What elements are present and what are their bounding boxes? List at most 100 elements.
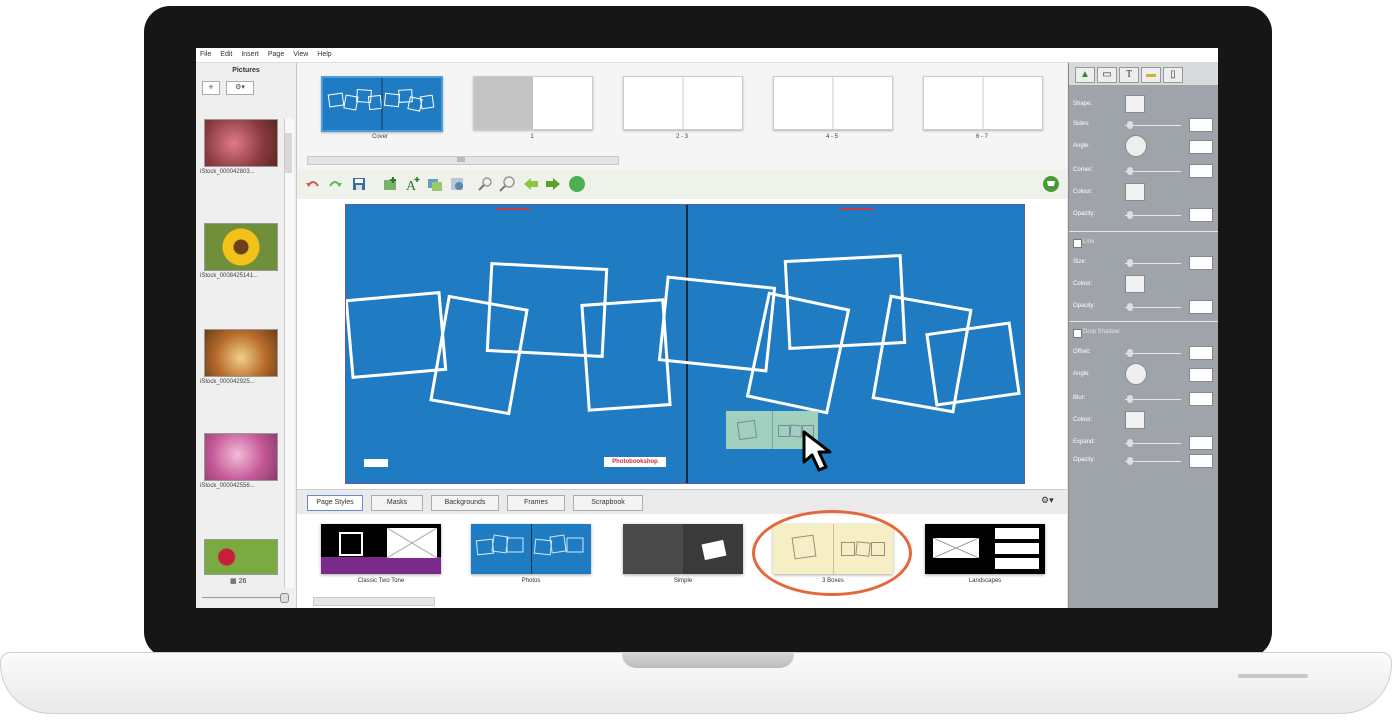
blur-knob[interactable] <box>1127 395 1133 403</box>
style-landscapes[interactable] <box>925 524 1045 574</box>
help-icon[interactable] <box>569 176 585 192</box>
cover-spread[interactable]: Photobookshop <box>345 204 1025 484</box>
picture-thumb-1[interactable] <box>204 119 278 167</box>
tab-backgrounds[interactable]: Backgrounds <box>431 495 499 511</box>
style-classic-two-tone[interactable] <box>321 524 441 574</box>
page-thumb-6-7[interactable] <box>923 76 1043 130</box>
shadow-angle-dial[interactable] <box>1125 363 1147 385</box>
menu-insert[interactable]: Insert <box>241 51 259 58</box>
corner-value[interactable] <box>1189 164 1213 178</box>
shadow-opacity-slider[interactable] <box>1125 461 1181 462</box>
photo-frame[interactable] <box>346 290 448 380</box>
line-colour-swatch[interactable] <box>1125 275 1145 293</box>
page-thumb-1[interactable] <box>473 76 593 130</box>
corner-slider[interactable] <box>1125 171 1181 172</box>
opacity-slider[interactable] <box>1125 215 1181 216</box>
line-opacity-knob[interactable] <box>1127 303 1133 311</box>
redo-icon[interactable] <box>327 176 343 192</box>
shadow-colour-label: Colour: <box>1073 417 1093 423</box>
app-window: File Edit Insert Page View Help Pictures + ⚙▾… <box>196 48 1218 608</box>
line-opacity-slider[interactable] <box>1125 307 1181 308</box>
expand-slider[interactable] <box>1125 443 1181 444</box>
page-thumb-4-5[interactable] <box>773 76 893 130</box>
undo-icon[interactable] <box>305 176 321 192</box>
frame-tab-icon[interactable]: ▭ <box>1097 67 1117 83</box>
menu-edit[interactable]: Edit <box>220 51 232 58</box>
previous-page-icon[interactable] <box>523 176 539 192</box>
menu-help[interactable]: Help <box>317 51 331 58</box>
tab-page-styles[interactable]: Page Styles <box>307 495 363 511</box>
blur-label: Blur: <box>1073 395 1086 401</box>
next-page-icon[interactable] <box>545 176 561 192</box>
shadow-angle-value[interactable] <box>1189 368 1213 382</box>
shadow-opacity-knob[interactable] <box>1127 457 1133 465</box>
photo-frame[interactable] <box>925 321 1021 407</box>
blur-value[interactable] <box>1189 392 1213 406</box>
add-picture-button[interactable]: + <box>202 81 220 95</box>
menu-view[interactable]: View <box>293 51 308 58</box>
thumb-size-slider[interactable] <box>202 597 282 598</box>
picture-name-3: iStock_000042925... <box>200 379 255 385</box>
size-knob[interactable] <box>1127 259 1133 267</box>
expand-knob[interactable] <box>1127 439 1133 447</box>
drop-shadow-checkbox[interactable] <box>1073 329 1082 338</box>
opacity-value[interactable] <box>1189 208 1213 222</box>
thumb-size-knob[interactable] <box>280 593 289 603</box>
angle-value[interactable] <box>1189 140 1213 154</box>
picture-thumb-2[interactable] <box>204 223 278 271</box>
pages-scroll-thumb[interactable] <box>457 157 465 162</box>
tab-frames[interactable]: Frames <box>507 495 565 511</box>
add-text-icon[interactable]: A <box>405 176 421 194</box>
styles-scrollbar[interactable] <box>313 597 435 606</box>
corner-knob[interactable] <box>1127 167 1133 175</box>
drag-preview-box <box>736 419 758 441</box>
picture-thumb-4[interactable] <box>204 433 278 481</box>
line-opacity-value[interactable] <box>1189 300 1213 314</box>
sides-value[interactable] <box>1189 118 1213 132</box>
offset-knob[interactable] <box>1127 349 1133 357</box>
page-thumb-2-3[interactable] <box>623 76 743 130</box>
sides-knob[interactable] <box>1127 121 1133 129</box>
page-tab-icon[interactable]: ▯ <box>1163 67 1183 83</box>
arrange-icon[interactable] <box>427 176 443 192</box>
page-thumb-cover[interactable] <box>321 76 443 132</box>
pictures-scrollbar[interactable] <box>284 118 294 588</box>
tab-masks[interactable]: Masks <box>371 495 423 511</box>
style-preview-box <box>339 532 363 556</box>
angle-dial[interactable] <box>1125 135 1147 157</box>
styles-gear-icon[interactable]: ⚙▾ <box>1041 495 1054 506</box>
opacity-knob[interactable] <box>1127 211 1133 219</box>
zoom-out-icon[interactable] <box>477 176 493 192</box>
menu-file[interactable]: File <box>200 51 211 58</box>
style-photos[interactable] <box>471 524 591 574</box>
expand-value[interactable] <box>1189 436 1213 450</box>
menu-page[interactable]: Page <box>268 51 284 58</box>
style-simple[interactable] <box>623 524 743 574</box>
sides-slider[interactable] <box>1125 125 1181 126</box>
colour-swatch[interactable] <box>1125 183 1145 201</box>
shadow-colour-swatch[interactable] <box>1125 411 1145 429</box>
picture-thumb-3[interactable] <box>204 329 278 377</box>
size-value[interactable] <box>1189 256 1213 270</box>
line-checkbox[interactable] <box>1073 239 1082 248</box>
zoom-in-icon[interactable] <box>499 176 515 192</box>
save-icon[interactable] <box>351 176 367 192</box>
shadow-opacity-value[interactable] <box>1189 454 1213 468</box>
tab-scrapbook[interactable]: Scrapbook <box>573 495 643 511</box>
add-picture-icon[interactable] <box>383 176 399 192</box>
shape-tab-icon[interactable]: ▲ <box>1075 67 1095 83</box>
pictures-scroll-thumb[interactable] <box>285 133 292 173</box>
text-tab-icon[interactable]: T <box>1119 67 1139 83</box>
blur-slider[interactable] <box>1125 399 1181 400</box>
size-slider[interactable] <box>1125 263 1181 264</box>
crop-icon[interactable] <box>449 176 465 192</box>
shadow-opacity-label: Opacity: <box>1073 457 1096 463</box>
cart-icon[interactable] <box>1043 176 1059 192</box>
pictures-gear-button[interactable]: ⚙▾ <box>226 81 254 95</box>
fill-tab-icon[interactable]: ▬ <box>1141 67 1161 83</box>
offset-value[interactable] <box>1189 346 1213 360</box>
divider <box>1069 231 1218 232</box>
shape-swatch[interactable] <box>1125 95 1145 113</box>
offset-slider[interactable] <box>1125 353 1181 354</box>
picture-thumb-5[interactable] <box>204 539 278 575</box>
